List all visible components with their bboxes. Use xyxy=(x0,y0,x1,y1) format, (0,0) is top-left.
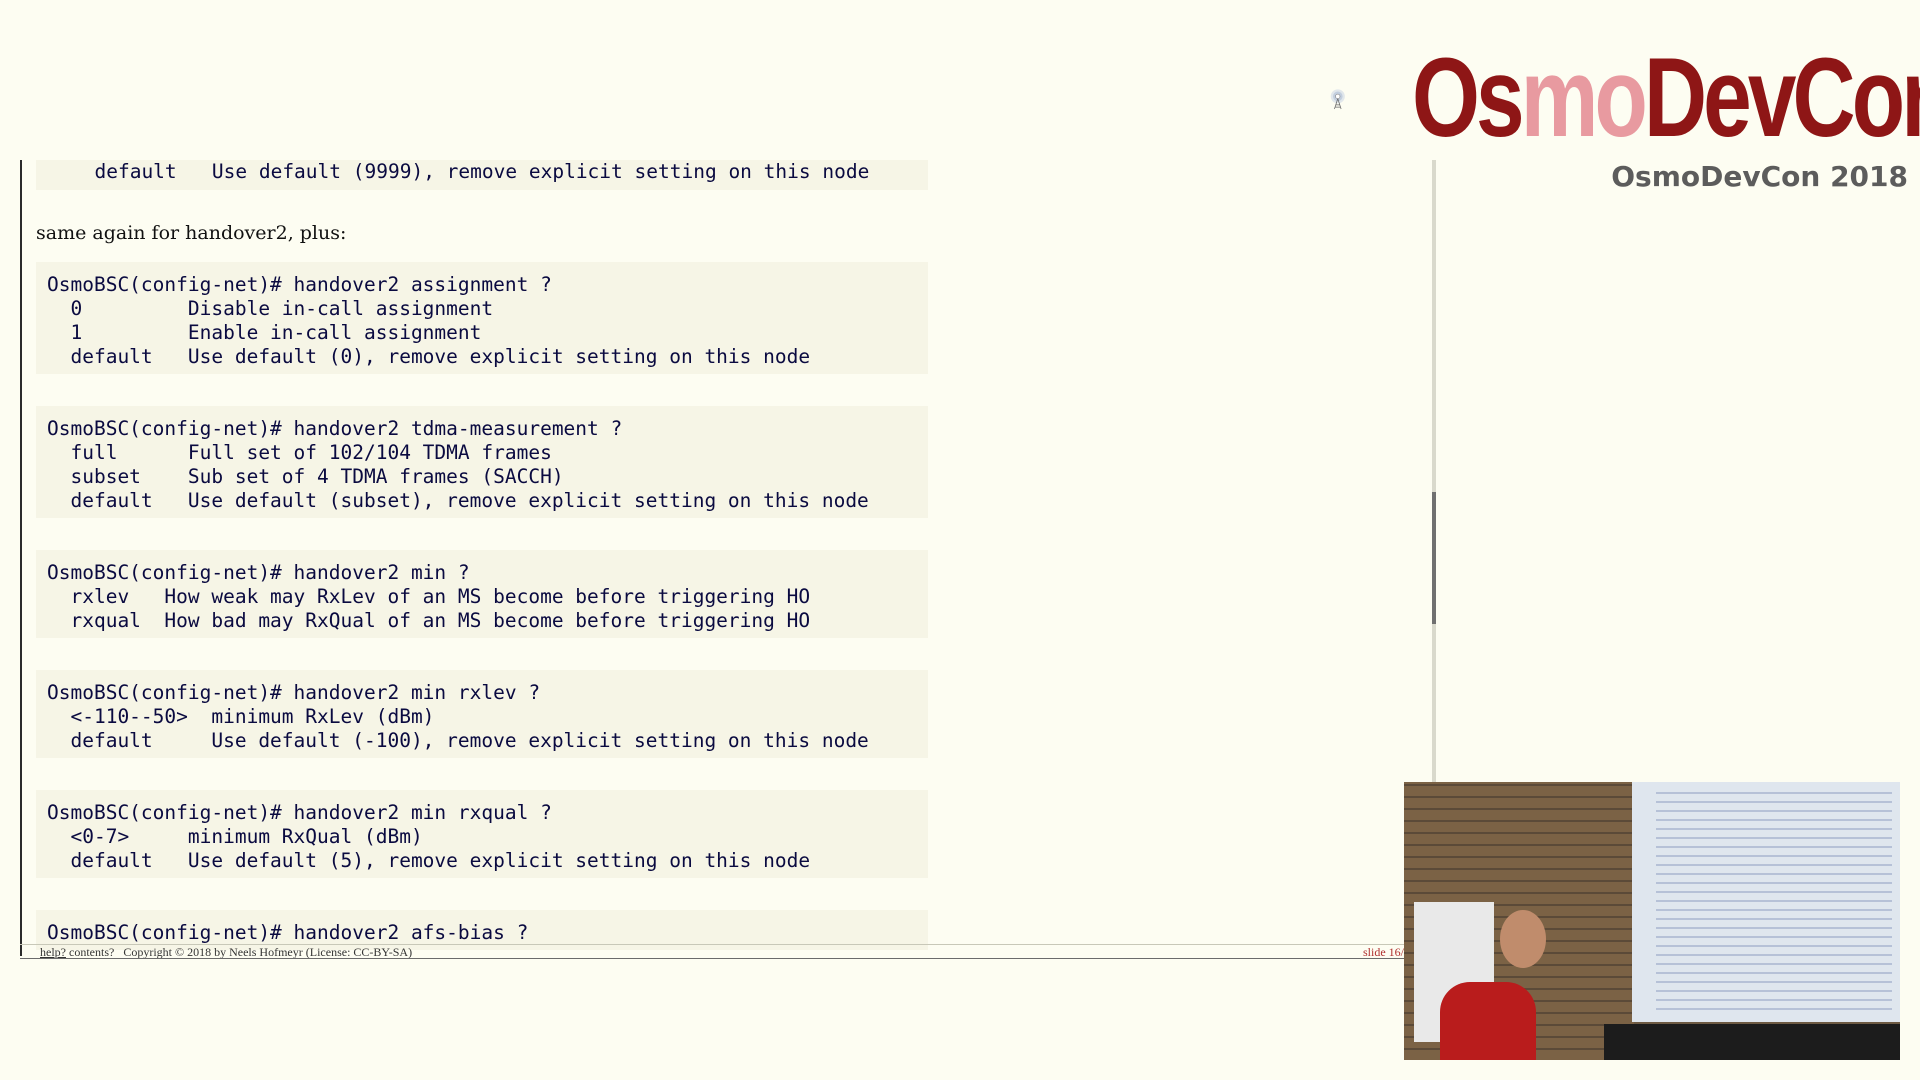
code-line: default Use default (subset), remove exp… xyxy=(47,489,869,512)
scrollbar-thumb[interactable] xyxy=(1432,492,1436,624)
code-line: default Use default (0), remove explicit… xyxy=(47,345,811,368)
code-line: OsmoBSC(config-net)# handover2 afs-bias … xyxy=(47,921,529,944)
code-line: OsmoBSC(config-net)# handover2 min ? xyxy=(47,561,470,584)
code-line: rxlev How weak may RxLev of an MS become… xyxy=(47,585,811,608)
code-line: OsmoBSC(config-net)# handover2 min rxqua… xyxy=(47,801,552,824)
contents-link[interactable]: contents? xyxy=(69,945,114,959)
code-line: OsmoBSC(config-net)# handover2 tdma-meas… xyxy=(47,417,623,440)
code-line: rxqual How bad may RxQual of an MS becom… xyxy=(47,609,811,632)
speaker-head xyxy=(1500,910,1546,968)
code-line: <0-7> minimum RxQual (dBm) xyxy=(47,825,423,848)
code-line: 0 Disable in-call assignment xyxy=(47,297,494,320)
speaker-video xyxy=(1404,782,1900,1060)
code-line: 1 Enable in-call assignment xyxy=(47,321,482,344)
code-line: <-110--50> minimum RxLev (dBm) xyxy=(47,705,435,728)
code-line: default Use default (9999), remove expli… xyxy=(71,160,870,183)
code-line: default Use default (5), remove explicit… xyxy=(47,849,811,872)
code-line: OsmoBSC(config-net)# handover2 assignmen… xyxy=(47,273,552,296)
copyright-text: Copyright © 2018 by Neels Hofmeyr (Licen… xyxy=(123,945,413,959)
code-line: OsmoBSC(config-net)# handover2 min rxlev… xyxy=(47,681,541,704)
code-line: subset Sub set of 4 TDMA frames (SACCH) xyxy=(47,465,564,488)
floor-tape xyxy=(1604,1024,1900,1060)
code-line: full Full set of 102/104 TDMA frames xyxy=(47,441,552,464)
slide-text: same again for handover2, plus: xyxy=(36,222,347,244)
projected-slide xyxy=(1656,792,1892,1012)
slide-content: default Use default (9999), remove expli… xyxy=(20,160,1436,956)
event-logo: OsmoDevCon xyxy=(1412,35,1920,160)
help-link[interactable]: help? xyxy=(40,945,66,959)
event-title: OsmoDevCon 2018 xyxy=(1611,160,1908,193)
slide-footer: help? contents? Copyright © 2018 by Neel… xyxy=(20,944,1410,959)
divider xyxy=(20,958,1434,959)
code-line: default Use default (-100), remove expli… xyxy=(47,729,869,752)
speaker xyxy=(1440,982,1536,1060)
